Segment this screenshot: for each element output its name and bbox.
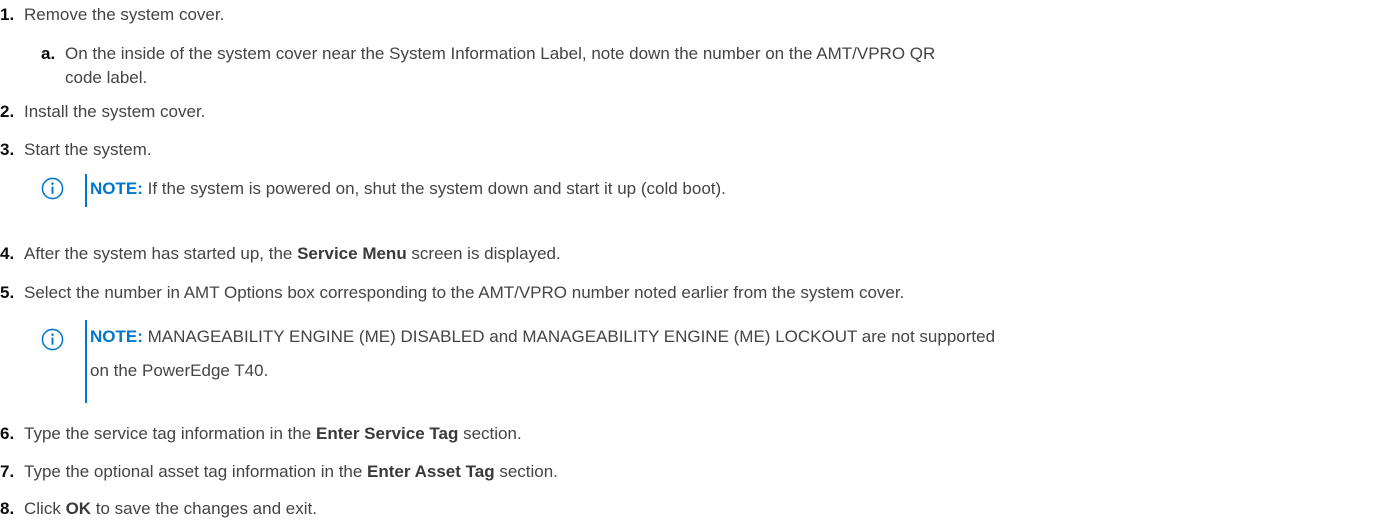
substep-letter: a. xyxy=(41,44,56,63)
note-line-1: NOTE: MANAGEABILITY ENGINE (ME) DISABLED… xyxy=(90,320,995,354)
step-text-pre: Type the optional asset tag information … xyxy=(24,462,368,481)
info-icon xyxy=(41,328,64,351)
step-text: Start the system. xyxy=(24,140,152,159)
step-text-pre: Type the service tag information in the xyxy=(24,424,316,443)
step-number: 7. xyxy=(0,462,15,481)
step-3: 3. Start the system. xyxy=(0,138,152,162)
step-number: 1. xyxy=(0,5,15,24)
step-text-pre: Click xyxy=(24,499,66,518)
note-body: If the system is powered on, shut the sy… xyxy=(142,179,726,198)
step-text: Select the number in AMT Options box cor… xyxy=(24,283,905,302)
ui-term: OK xyxy=(65,499,92,518)
note-label: NOTE: xyxy=(90,327,143,346)
step-text-pre: After the system has started up, the xyxy=(24,244,298,263)
step-4: 4. After the system has started up, the S… xyxy=(0,242,561,266)
step-5: 5. Select the number in AMT Options box c… xyxy=(0,281,904,305)
substep-text-line-1: On the inside of the system cover near t… xyxy=(65,44,936,63)
step-number: 5. xyxy=(0,283,15,302)
step-text-post: to save the changes and exit. xyxy=(91,499,317,518)
step-text-post: section. xyxy=(458,424,522,443)
ui-term: Service Menu xyxy=(297,244,407,263)
note-callout: NOTE: MANAGEABILITY ENGINE (ME) DISABLED… xyxy=(41,320,1361,403)
step-8: 8. Click OK to save the changes and exit. xyxy=(0,497,317,521)
step-number: 2. xyxy=(0,102,15,121)
note-divider xyxy=(85,174,87,207)
step-2: 2. Install the system cover. xyxy=(0,100,205,124)
step-7: 7. Type the optional asset tag informatio… xyxy=(0,460,558,484)
note-text: NOTE: If the system is powered on, shut … xyxy=(90,177,726,201)
step-6: 6. Type the service tag information in th… xyxy=(0,422,522,446)
note-divider xyxy=(85,320,87,403)
note-body: MANAGEABILITY ENGINE (ME) DISABLED and M… xyxy=(142,327,996,346)
step-text: Install the system cover. xyxy=(24,102,206,121)
step-number: 3. xyxy=(0,140,15,159)
ui-term: Enter Asset Tag xyxy=(367,462,495,481)
step-text: Remove the system cover. xyxy=(24,5,225,24)
substep-a: a. On the inside of the system cover nea… xyxy=(41,42,1371,90)
ui-term: Enter Service Tag xyxy=(316,424,459,443)
note-text: NOTE: MANAGEABILITY ENGINE (ME) DISABLED… xyxy=(90,320,995,388)
step-number: 6. xyxy=(0,424,15,443)
step-number: 4. xyxy=(0,244,15,263)
step-text-post: section. xyxy=(494,462,558,481)
step-text-post: screen is displayed. xyxy=(406,244,561,263)
note-line-2: on the PowerEdge T40. xyxy=(90,361,269,380)
substep-text-line-2: code label. xyxy=(65,68,148,87)
info-icon xyxy=(41,177,64,200)
step-number: 8. xyxy=(0,499,15,518)
step-1: 1. Remove the system cover. xyxy=(0,3,224,27)
note-label: NOTE: xyxy=(90,179,143,198)
note-callout: NOTE: If the system is powered on, shut … xyxy=(41,174,1341,207)
